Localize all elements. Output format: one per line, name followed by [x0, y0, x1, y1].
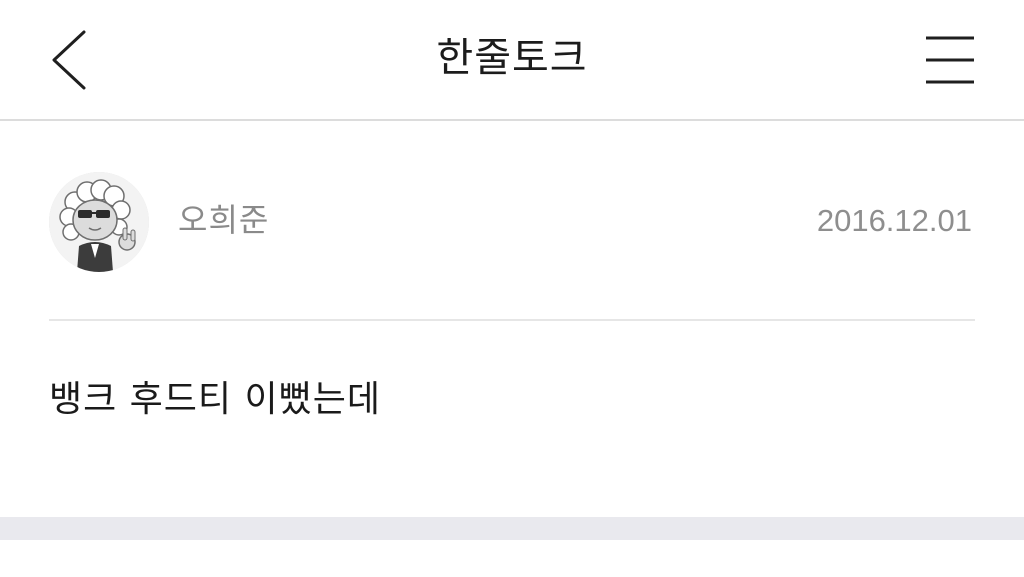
chevron-left-icon — [52, 30, 86, 90]
navigation-bar: 한줄토크 — [0, 0, 1024, 121]
cartoon-avatar-icon — [49, 172, 149, 272]
page-title: 한줄토크 — [436, 35, 588, 81]
divider — [49, 319, 975, 321]
screen: 한줄토크 오희준 2016.12.01 뱅크 후드티 이뻤는데 — [0, 0, 1024, 577]
post-header: 오희준 2016.12.01 — [0, 121, 1024, 321]
section-separator — [0, 517, 1024, 540]
author-name[interactable]: 오희준 — [178, 198, 269, 242]
hamburger-menu-icon — [926, 36, 974, 84]
menu-button[interactable] — [918, 30, 982, 90]
avatar[interactable] — [49, 172, 149, 272]
back-button[interactable] — [40, 25, 100, 95]
post-body: 뱅크 후드티 이뻤는데 — [49, 379, 381, 420]
post-date: 2016.12.01 — [816, 203, 972, 238]
